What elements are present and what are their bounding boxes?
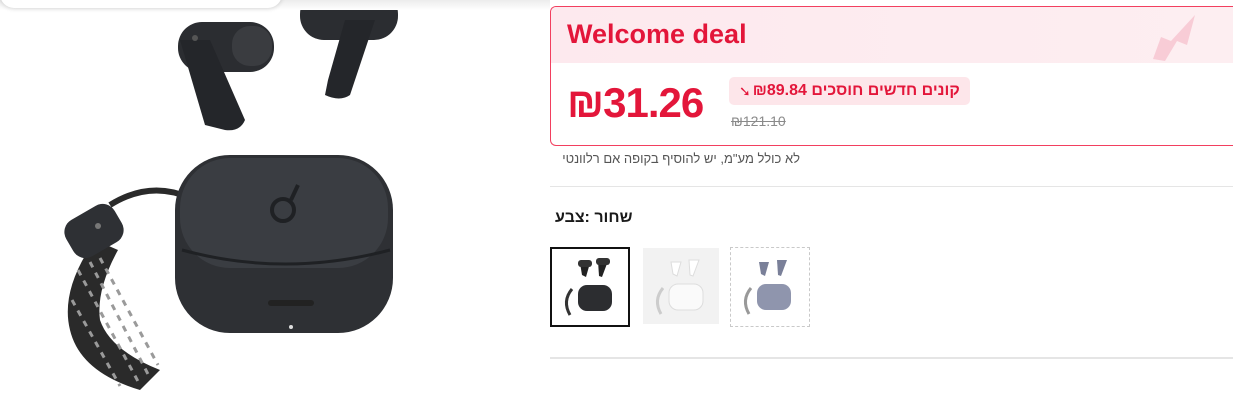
top-overlay-panel <box>0 0 282 8</box>
current-price: ₪31.26 <box>567 79 704 126</box>
deal-title: Welcome deal <box>567 19 747 49</box>
divider <box>550 186 1233 187</box>
original-price: ₪121.10 <box>731 113 786 129</box>
color-label: שחור :צבע <box>555 209 633 226</box>
left-earbud <box>178 22 274 131</box>
color-option-black[interactable] <box>550 247 630 327</box>
savings-badge: ➘ קונים חדשים חוסכים ₪89.84 <box>729 77 970 105</box>
charging-case <box>175 155 393 333</box>
savings-text: קונים חדשים חוסכים ₪89.84 <box>752 82 960 99</box>
deal-header: Welcome deal <box>551 7 1233 63</box>
color-option-blue[interactable] <box>730 247 810 327</box>
blue-earbuds-thumbnail-icon <box>744 260 791 315</box>
welcome-deal-panel: Welcome deal ₪31.26 ➘ קונים חדשים חוסכים… <box>550 6 1233 146</box>
color-option-white[interactable] <box>642 247 722 327</box>
black-earbuds-thumbnail-icon <box>565 258 612 316</box>
down-arrow-icon: ➘ <box>739 82 751 99</box>
arrow-decoration-icon <box>1153 15 1195 61</box>
divider <box>550 357 1233 359</box>
white-earbuds-thumbnail-icon <box>643 248 719 324</box>
earbuds-image <box>64 0 398 390</box>
vat-note: לא כולל מע"מ, יש להוסיף בקופה אם רלוונטי <box>562 151 800 166</box>
right-earbud <box>300 0 398 99</box>
lanyard <box>64 187 192 390</box>
product-main-image[interactable] <box>0 0 550 408</box>
